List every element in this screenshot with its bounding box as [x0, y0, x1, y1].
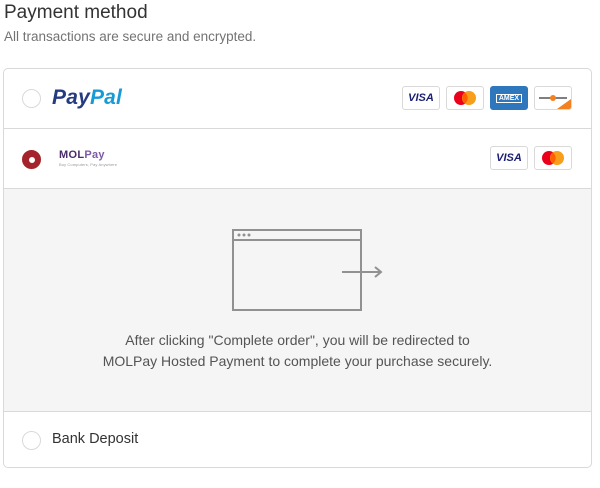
visa-icon: VISA: [402, 86, 440, 110]
molpay-tagline: Buy Computers, Pay Anywhere: [59, 162, 118, 167]
paypal-logo: PayPal: [52, 86, 123, 109]
section-title: Payment method: [4, 2, 148, 23]
visa-icon: VISA: [490, 146, 528, 170]
discover-icon: [534, 86, 572, 110]
mastercard-icon: [446, 86, 484, 110]
payment-option-molpay[interactable]: MOLPay Buy Computers, Pay Anywhere VISA: [4, 129, 591, 189]
paypal-radio[interactable]: [22, 89, 41, 108]
payment-option-bank-deposit[interactable]: Bank Deposit: [4, 412, 591, 467]
redirect-message: After clicking "Complete order", you wil…: [102, 332, 493, 369]
section-subtitle: All transactions are secure and encrypte…: [4, 29, 257, 44]
amex-icon: AMEX: [490, 86, 528, 110]
payment-option-paypal[interactable]: PayPal VISA AMEX: [4, 69, 591, 129]
radio-selected-dot: [29, 157, 35, 163]
molpay-card-icons: VISA: [490, 146, 572, 170]
mastercard-icon: [534, 146, 572, 170]
molpay-redirect-info: After clicking "Complete order", you wil…: [4, 189, 591, 412]
bank-deposit-label: Bank Deposit: [52, 431, 139, 447]
payment-methods-box: PayPal VISA AMEX MOLPay Buy Computers, P…: [3, 68, 592, 468]
bank-deposit-radio[interactable]: [22, 431, 41, 450]
browser-redirect-icon: [232, 229, 383, 311]
molpay-logo: MOLPay Buy Computers, Pay Anywhere: [59, 149, 118, 167]
molpay-radio[interactable]: [22, 150, 41, 169]
paypal-card-icons: VISA AMEX: [402, 86, 572, 110]
